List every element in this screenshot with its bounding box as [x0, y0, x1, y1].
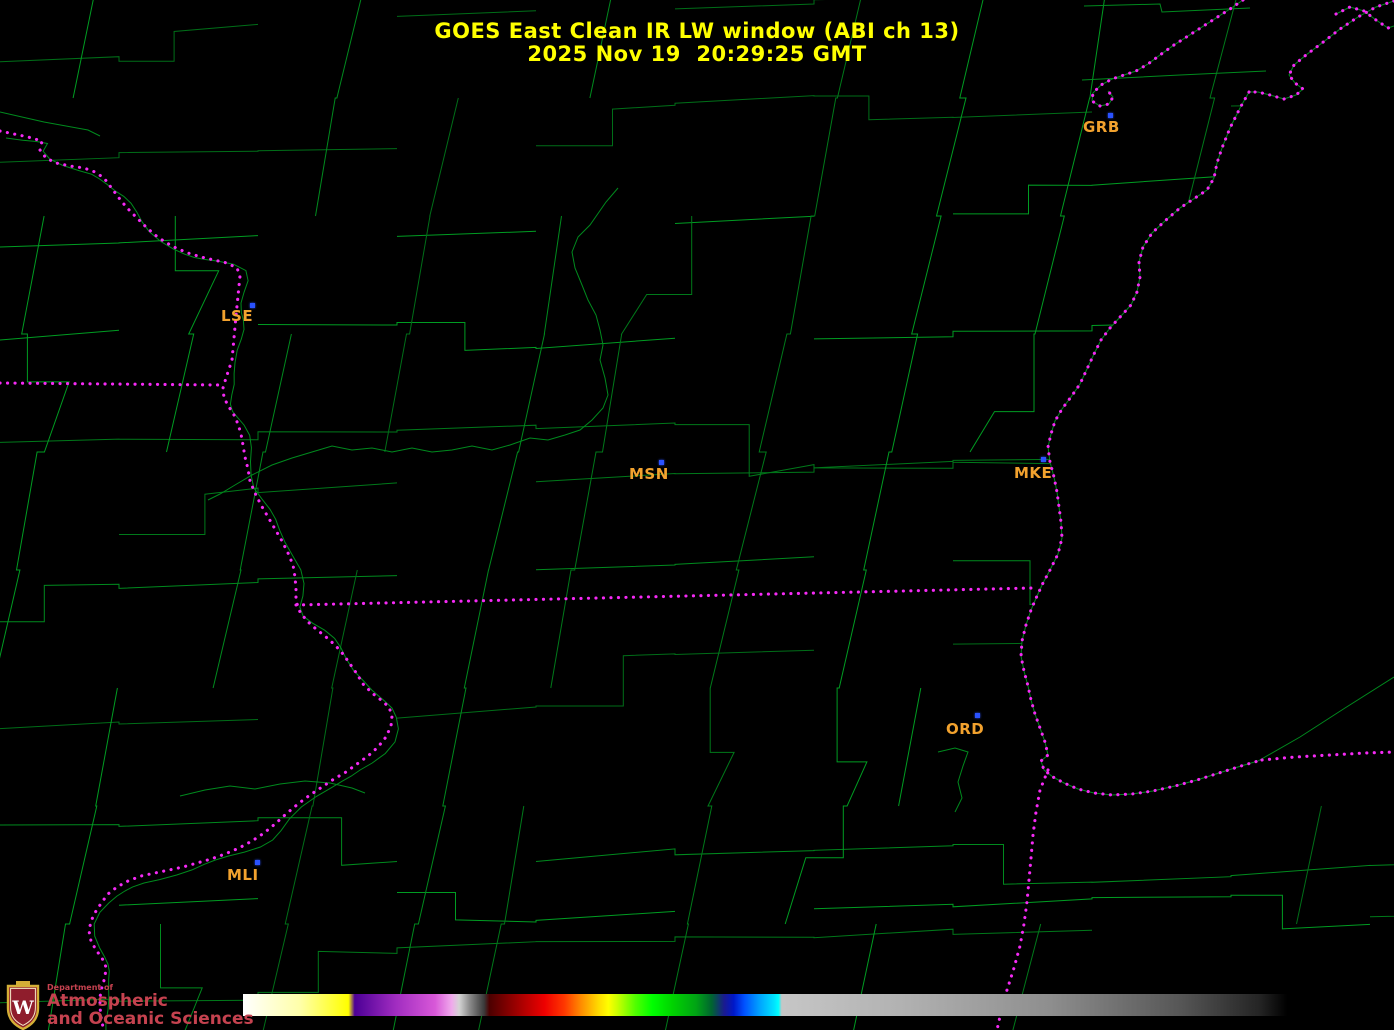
station-marker-mli: MLI: [227, 865, 259, 884]
station-label-mli: MLI: [227, 866, 259, 884]
logo-oceanic-sciences: and Oceanic Sciences: [47, 1010, 254, 1028]
product-title: GOES East Clean IR LW window (ABI ch 13): [0, 20, 1394, 43]
station-label-lse: LSE: [221, 307, 253, 325]
lake-michigan-water: [1021, 0, 1394, 795]
station-dot-mke: [1041, 457, 1046, 462]
station-marker-mke: MKE: [1014, 463, 1052, 482]
station-dot-ord: [975, 713, 980, 718]
station-marker-msn: MSN: [629, 464, 669, 483]
image-title-block: GOES East Clean IR LW window (ABI ch 13)…: [0, 20, 1394, 66]
goes-ir-map-overlay: [0, 0, 1394, 1030]
station-label-grb: GRB: [1083, 118, 1120, 136]
station-label-ord: ORD: [946, 720, 984, 738]
station-label-mke: MKE: [1014, 464, 1052, 482]
uw-aos-logo: W Department of Atmospheric and Oceanic …: [6, 981, 254, 1030]
station-label-msn: MSN: [629, 465, 669, 483]
satellite-image-viewport: GOES East Clean IR LW window (ABI ch 13)…: [0, 0, 1394, 1030]
station-dot-lse: [250, 303, 255, 308]
station-dot-grb: [1108, 113, 1113, 118]
uw-crest-icon: W: [6, 981, 40, 1030]
station-marker-lse: LSE: [221, 306, 253, 325]
ir-temperature-colorbar: [243, 994, 1287, 1016]
station-dot-mli: [255, 860, 260, 865]
image-timestamp: 2025 Nov 19 20:29:25 GMT: [0, 43, 1394, 66]
uw-aos-logo-text: Department of Atmospheric and Oceanic Sc…: [47, 981, 254, 1028]
logo-atmospheric: Atmospheric: [47, 992, 254, 1010]
station-marker-grb: GRB: [1083, 117, 1120, 136]
svg-text:W: W: [11, 997, 34, 1019]
station-dot-msn: [659, 460, 664, 465]
station-marker-ord: ORD: [946, 719, 984, 738]
